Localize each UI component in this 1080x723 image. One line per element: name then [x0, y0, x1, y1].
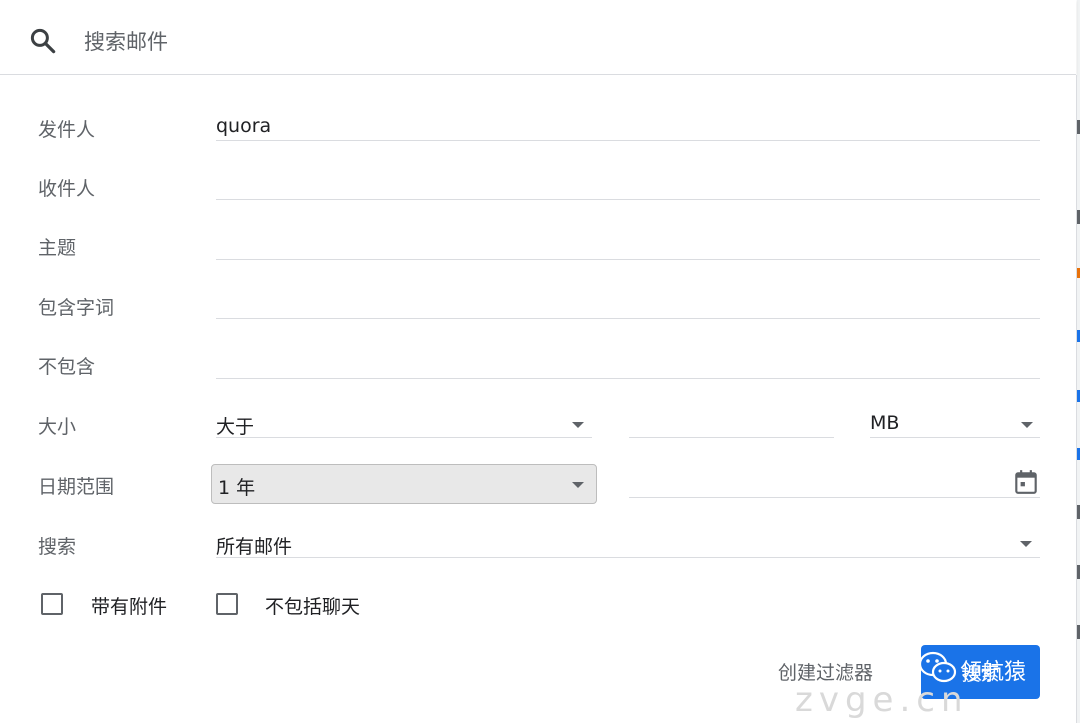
has-words-field[interactable]: [216, 318, 1040, 319]
not-has-label: 不包含: [38, 356, 96, 378]
size-amount-field[interactable]: [629, 437, 834, 438]
from-field-value[interactable]: quora: [216, 115, 271, 137]
has-attachment-label: 带有附件: [91, 596, 168, 618]
chevron-down-icon: [572, 482, 584, 488]
search-bar: [0, 0, 1076, 75]
size-comparator-value: 大于: [216, 416, 255, 438]
watermark-url: zvge.cn: [795, 680, 969, 720]
advanced-search-panel: 发件人 quora 收件人 主题 包含字词 不包含 大小 大于 MB 日期范围 …: [0, 75, 1077, 723]
date-range-label: 日期范围: [38, 476, 115, 498]
to-label: 收件人: [38, 178, 96, 200]
date-field[interactable]: [629, 497, 1040, 498]
date-range-select[interactable]: 1 年: [211, 464, 597, 504]
from-label: 发件人: [38, 119, 96, 141]
search-in-value: 所有邮件: [216, 536, 293, 558]
search-in-label: 搜索: [38, 536, 77, 558]
search-input[interactable]: [84, 22, 884, 62]
has-words-label: 包含字词: [38, 297, 115, 319]
date-range-value: 1 年: [218, 477, 256, 499]
subject-label: 主题: [38, 237, 77, 259]
size-label: 大小: [38, 416, 77, 438]
size-comparator-underline: [216, 437, 592, 438]
exclude-chats-label: 不包括聊天: [265, 596, 361, 618]
has-attachment-checkbox[interactable]: [41, 593, 63, 615]
size-unit-value: MB: [870, 412, 900, 434]
chevron-down-icon: [1021, 422, 1033, 428]
exclude-chats-checkbox[interactable]: [216, 593, 238, 615]
watermark-text: 领航猿: [960, 660, 1027, 685]
calendar-icon[interactable]: [1013, 468, 1039, 496]
to-field[interactable]: [216, 199, 1040, 200]
not-has-field[interactable]: [216, 378, 1040, 379]
size-unit-underline: [870, 437, 1040, 438]
subject-field[interactable]: [216, 259, 1040, 260]
chevron-down-icon: [1020, 541, 1032, 547]
search-in-underline: [216, 557, 1040, 558]
chevron-down-icon: [572, 422, 584, 428]
search-icon[interactable]: [28, 26, 58, 56]
from-field[interactable]: [216, 140, 1040, 141]
